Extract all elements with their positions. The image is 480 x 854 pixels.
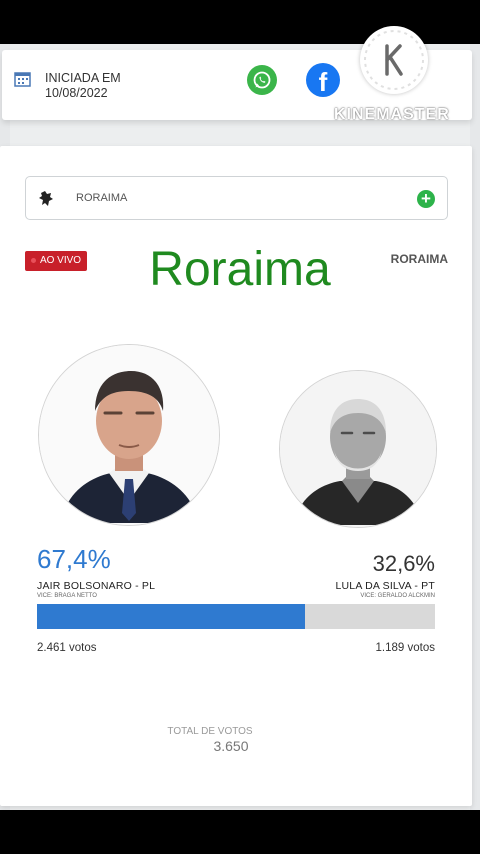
total-votes-value: 3.650	[213, 738, 249, 754]
watermark-text: KINEMASTER	[334, 106, 450, 123]
kinemaster-logo-icon	[360, 26, 428, 94]
video-letterbox-bottom	[0, 810, 480, 854]
vice-lula: VICE: GERALDO ALCKMIN	[360, 593, 435, 599]
add-icon[interactable]: +	[417, 190, 435, 208]
state-map-icon	[39, 191, 53, 206]
whatsapp-icon	[253, 71, 271, 89]
calendar-icon	[14, 72, 31, 87]
votes-bolsonaro: 2.461 votos	[37, 642, 97, 654]
whatsapp-share-button[interactable]	[247, 65, 277, 95]
vice-bolsonaro: VICE: BRAGA NETTO	[37, 593, 97, 599]
vote-share-bar	[37, 604, 435, 629]
candidate-photo-bolsonaro	[38, 344, 220, 526]
state-label: RORAIMA	[390, 252, 448, 266]
facebook-icon: f	[318, 67, 328, 97]
state-selector-value: RORAIMA	[76, 192, 128, 204]
started-date: 10/08/2022	[45, 86, 108, 100]
state-selector[interactable]: RORAIMA +	[25, 176, 448, 220]
candidate-photo-lula	[279, 370, 437, 528]
total-votes-label: TOTAL DE VOTOS	[167, 726, 253, 737]
percent-lula: 32,6%	[372, 551, 435, 576]
page-title: Roraima	[149, 243, 331, 296]
candidate-name-bolsonaro: JAIR BOLSONARO - PL	[37, 580, 156, 592]
candidate-name-lula: LULA DA SILVA - PT	[335, 580, 435, 592]
facebook-share-button[interactable]: f	[306, 63, 340, 97]
votes-lula: 1.189 votos	[375, 642, 435, 654]
started-info: INICIADA EM 10/08/2022	[45, 71, 121, 101]
percent-bolsonaro: 67,4%	[37, 544, 111, 574]
vote-share-bar-fill	[37, 604, 306, 629]
started-label: INICIADA EM	[45, 71, 121, 85]
